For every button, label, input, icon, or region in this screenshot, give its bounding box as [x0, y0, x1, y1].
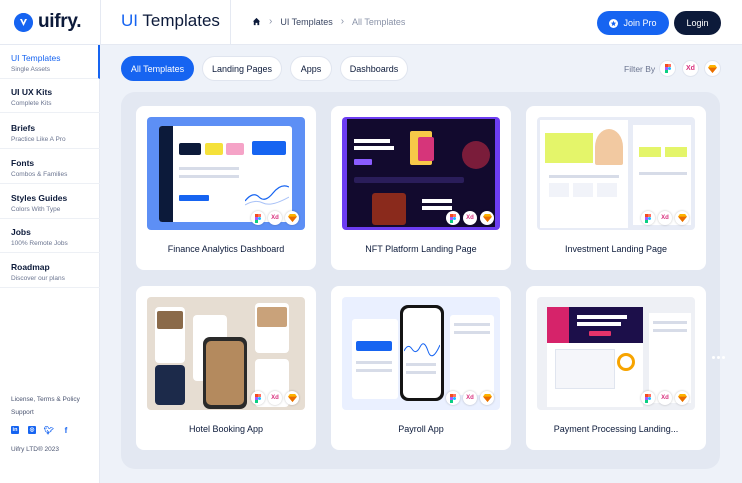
chip-apps[interactable]: Apps — [290, 56, 332, 81]
template-thumbnail: Xd — [537, 297, 695, 410]
header-divider — [100, 0, 101, 45]
breadcrumb: › UI Templates › All Templates — [252, 16, 405, 27]
templates-grid: Xd Finance Analytics Dashboard Xd NFT Pl… — [121, 92, 720, 469]
chip-dashboards[interactable]: Dashboards — [340, 56, 408, 81]
sidebar-item-fonts[interactable]: Fonts Combos & Families — [0, 150, 100, 184]
sketch-icon — [285, 391, 299, 405]
template-title: Hotel Booking App — [188, 424, 264, 434]
sketch-icon — [675, 211, 689, 225]
login-button[interactable]: Login — [674, 11, 721, 35]
xd-icon: Xd — [268, 391, 282, 405]
template-card[interactable]: Xd Payment Processing Landing... — [526, 286, 706, 450]
template-card[interactable]: Xd Payroll App — [331, 286, 511, 450]
facebook-icon[interactable]: f — [62, 426, 70, 435]
xd-icon: Xd — [463, 391, 477, 405]
figma-icon — [446, 391, 460, 405]
tool-badges: Xd — [251, 211, 299, 225]
xd-icon: Xd — [658, 391, 672, 405]
template-card[interactable]: Xd Hotel Booking App — [136, 286, 316, 450]
tool-badges: Xd — [641, 391, 689, 405]
figma-icon — [446, 211, 460, 225]
template-title: Payment Processing Landing... — [553, 424, 679, 434]
header-divider — [230, 0, 231, 45]
support-link[interactable]: Support — [11, 409, 34, 416]
template-card[interactable]: Xd Investment Landing Page — [526, 106, 706, 270]
breadcrumb-separator: › — [269, 16, 273, 27]
template-thumbnail: Xd — [342, 117, 500, 230]
sketch-icon — [480, 211, 494, 225]
sidebar-item-styles-guides[interactable]: Styles Guides Colors With Type — [0, 185, 100, 219]
template-thumbnail: Xd — [537, 117, 695, 230]
tool-badges: Xd — [641, 211, 689, 225]
chip-landing-pages[interactable]: Landing Pages — [202, 56, 282, 81]
sidebar-item-briefs[interactable]: Briefs Practice Like A Pro — [0, 115, 100, 149]
instagram-icon[interactable]: ◎ — [28, 426, 36, 434]
sidebar: UI Templates Single Assets UI UX Kits Comp… — [0, 45, 100, 483]
copyright: Uifry LTD® 2023 — [11, 446, 60, 453]
figma-filter-icon[interactable] — [659, 60, 676, 77]
license-link[interactable]: License, Terms & Policy — [11, 396, 80, 403]
sidebar-item-ui-ux-kits[interactable]: UI UX Kits Complete Kits — [0, 79, 100, 113]
sketch-filter-icon[interactable] — [704, 60, 721, 77]
figma-icon — [641, 391, 655, 405]
sidebar-item-ui-templates[interactable]: UI Templates Single Assets — [0, 45, 100, 79]
top-header: uifry. UI Templates › UI Templates › All… — [0, 0, 742, 45]
xd-icon: Xd — [658, 211, 672, 225]
filter-by-label: Filter By — [624, 64, 656, 74]
breadcrumb-separator: › — [340, 16, 345, 27]
sketch-icon — [675, 391, 689, 405]
template-title: Finance Analytics Dashboard — [167, 244, 285, 254]
logo-icon — [14, 12, 33, 32]
xd-filter-icon[interactable]: Xd — [682, 60, 699, 77]
sketch-icon — [285, 211, 299, 225]
home-icon[interactable] — [252, 17, 261, 26]
xd-icon: Xd — [268, 211, 282, 225]
social-links: in ◎ 🐦︎ f — [11, 426, 70, 435]
twitter-icon[interactable]: 🐦︎ — [44, 426, 54, 435]
template-thumbnail: Xd — [147, 297, 305, 410]
page-title: UI Templates — [121, 11, 220, 30]
tool-badges: Xd — [446, 211, 494, 225]
join-pro-button[interactable]: Join Pro — [597, 11, 669, 35]
chip-all-templates[interactable]: All Templates — [121, 56, 194, 81]
sketch-icon — [480, 391, 494, 405]
template-card[interactable]: Xd Finance Analytics Dashboard — [136, 106, 316, 270]
logo[interactable]: uifry. — [14, 11, 82, 33]
template-card[interactable]: Xd NFT Platform Landing Page — [331, 106, 511, 270]
breadcrumb-ui-templates[interactable]: UI Templates — [280, 17, 332, 27]
template-thumbnail: Xd — [342, 297, 500, 410]
sidebar-item-roadmap[interactable]: Roadmap Discover our plans — [0, 254, 100, 288]
logo-text: uifry. — [38, 11, 82, 32]
star-icon — [609, 18, 619, 28]
breadcrumb-all-templates: All Templates — [352, 16, 406, 27]
more-dots-icon[interactable] — [712, 356, 725, 359]
template-thumbnail: Xd — [147, 117, 305, 230]
linkedin-icon[interactable]: in — [11, 426, 19, 434]
template-title: Investment Landing Page — [564, 244, 668, 254]
figma-icon — [641, 211, 655, 225]
tool-badges: Xd — [251, 391, 299, 405]
sidebar-item-jobs[interactable]: Jobs 100% Remote Jobs — [0, 219, 100, 253]
figma-icon — [251, 391, 265, 405]
template-title: Payroll App — [398, 424, 444, 434]
xd-icon: Xd — [463, 211, 477, 225]
tool-badges: Xd — [446, 391, 494, 405]
template-title: NFT Platform Landing Page — [365, 244, 477, 254]
figma-icon — [251, 211, 265, 225]
